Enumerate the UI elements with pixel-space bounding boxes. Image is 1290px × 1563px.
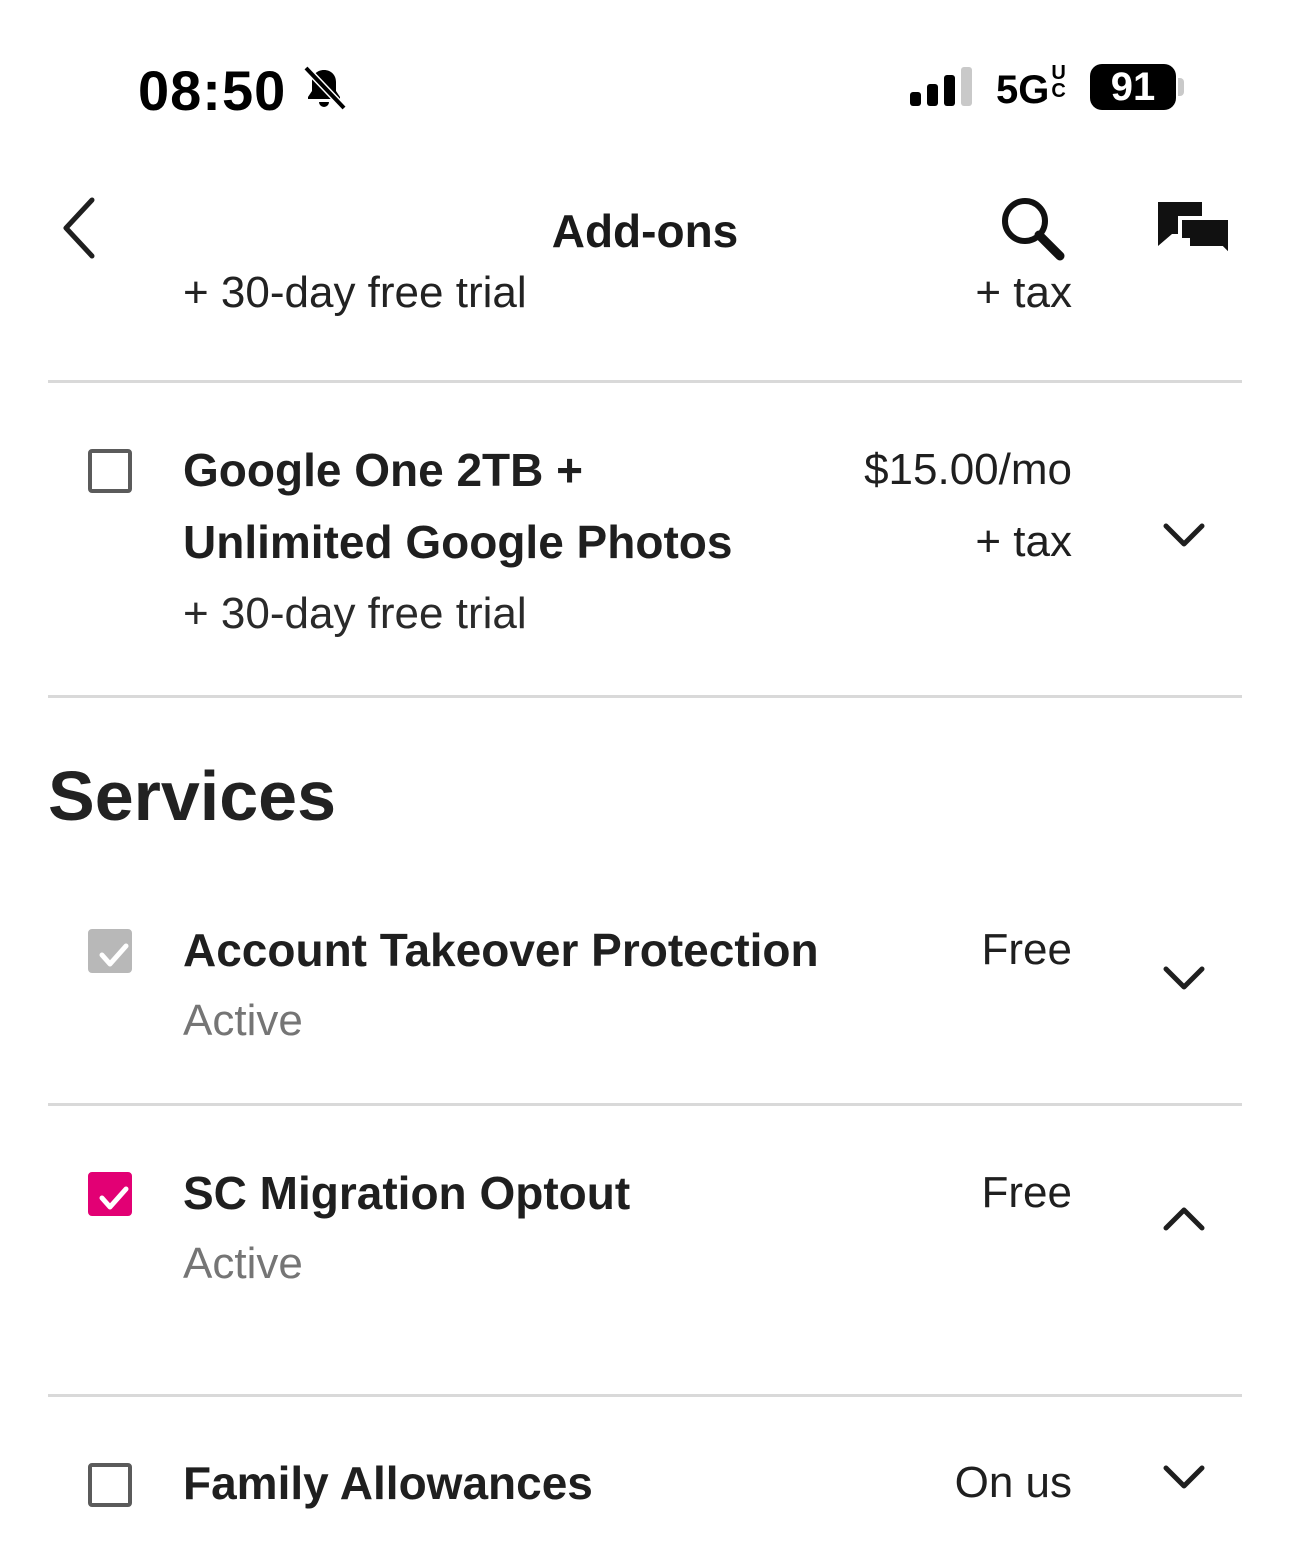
service-price: On us	[954, 1458, 1072, 1507]
addon-name[interactable]: Google One 2TB + Unlimited Google Photos…	[183, 434, 732, 650]
battery-indicator: 91	[1090, 64, 1176, 110]
checkmark-icon	[99, 943, 129, 967]
divider	[48, 1394, 1242, 1397]
service-status: Active	[183, 1239, 303, 1288]
page-title: Add-ons	[551, 205, 739, 257]
divider	[48, 380, 1242, 383]
addon-subtitle: + 30-day free trial	[183, 589, 527, 638]
service-name[interactable]: Account Takeover Protection	[183, 914, 819, 986]
divider	[48, 1103, 1242, 1106]
service-checkbox-checked[interactable]	[88, 1172, 132, 1216]
addon-price-value: $15.00/mo	[864, 445, 1072, 494]
battery-cap	[1178, 78, 1184, 96]
service-status: Active	[183, 996, 303, 1045]
chevron-up-icon[interactable]	[1162, 1204, 1206, 1234]
section-title-services: Services	[48, 757, 337, 835]
chevron-down-icon[interactable]	[1162, 520, 1206, 550]
addon-price-suffix: + tax	[975, 517, 1072, 566]
service-price: Free	[981, 1168, 1072, 1217]
addon-price: $15.00/mo + tax	[864, 434, 1072, 578]
service-checkbox[interactable]	[88, 1463, 132, 1507]
addon-checkbox[interactable]	[88, 449, 132, 493]
search-icon[interactable]	[998, 194, 1068, 264]
service-checkbox-disabled[interactable]	[88, 929, 132, 973]
chevron-down-icon[interactable]	[1162, 1462, 1206, 1492]
service-name[interactable]: SC Migration Optout	[183, 1157, 630, 1229]
silent-bell-icon	[303, 65, 347, 111]
network-type-suffix: UC	[1051, 62, 1066, 102]
divider	[48, 695, 1242, 698]
back-chevron-icon[interactable]	[56, 196, 104, 260]
battery-level: 91	[1110, 64, 1156, 109]
partial-addon-row: + 30-day free trial + tax	[0, 274, 1290, 322]
addon-name-line1: Google One 2TB +	[183, 444, 584, 496]
cellular-signal-icon	[910, 67, 972, 106]
addon-name-line2: Unlimited Google Photos	[183, 516, 733, 568]
service-name[interactable]: Family Allowances	[183, 1447, 593, 1519]
service-price: Free	[981, 925, 1072, 974]
network-type: 5G UC	[996, 62, 1066, 112]
addon-subtitle: + 30-day free trial	[183, 274, 527, 317]
checkmark-icon	[99, 1186, 129, 1210]
chevron-down-icon[interactable]	[1162, 963, 1206, 993]
status-time: 08:50	[138, 59, 287, 122]
chat-bubbles-icon[interactable]	[1152, 196, 1234, 266]
addon-price-suffix: + tax	[975, 274, 1072, 317]
